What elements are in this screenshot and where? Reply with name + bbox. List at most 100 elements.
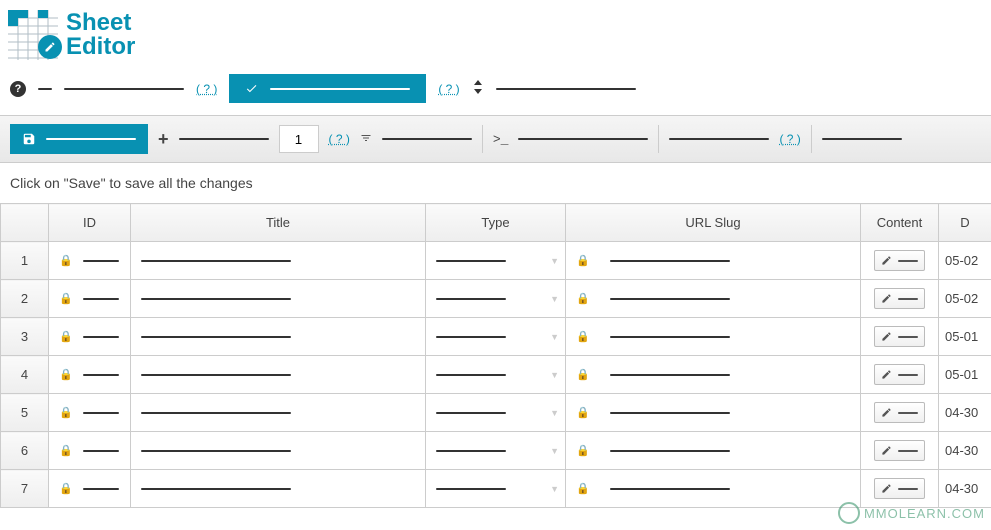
edit-content-button[interactable] — [874, 250, 925, 271]
cell-value — [141, 488, 291, 490]
cell-type[interactable]: ▼ — [426, 242, 566, 280]
cell-title[interactable] — [131, 470, 426, 508]
col-header-id[interactable]: ID — [49, 204, 131, 242]
cell-type[interactable]: ▼ — [426, 432, 566, 470]
toolbar-primary: + ( ? ) >_ ( ? ) — [0, 115, 991, 163]
primary-action-button[interactable] — [229, 74, 426, 103]
cell-value — [141, 260, 291, 262]
table-row: 5🔒▼🔒04-30 — [1, 394, 991, 432]
cell-slug[interactable]: 🔒 — [566, 318, 861, 356]
cell-value — [83, 260, 119, 262]
help-link-1[interactable]: ( ? ) — [196, 82, 217, 96]
col-header-slug[interactable]: URL Slug — [566, 204, 861, 242]
rows-count-input[interactable] — [279, 125, 319, 153]
cell-date[interactable]: 05-01 — [939, 318, 991, 356]
edit-content-button[interactable] — [874, 440, 925, 461]
col-header-date[interactable]: D — [939, 204, 991, 242]
cell-id[interactable]: 🔒 — [49, 356, 131, 394]
add-rows-icon[interactable]: + — [158, 129, 169, 150]
cell-title[interactable] — [131, 242, 426, 280]
col-header-type[interactable]: Type — [426, 204, 566, 242]
row-number[interactable]: 2 — [1, 280, 49, 318]
cell-value — [610, 260, 730, 262]
row-number[interactable]: 6 — [1, 432, 49, 470]
col-header-content[interactable]: Content — [861, 204, 939, 242]
cell-id[interactable]: 🔒 — [49, 242, 131, 280]
cell-id[interactable]: 🔒 — [49, 432, 131, 470]
cell-value — [83, 450, 119, 452]
cell-id[interactable]: 🔒 — [49, 318, 131, 356]
lock-icon: 🔒 — [59, 254, 73, 267]
cell-type[interactable]: ▼ — [426, 394, 566, 432]
cell-id[interactable]: 🔒 — [49, 470, 131, 508]
table-row: 2🔒▼🔒05-02 — [1, 280, 991, 318]
edit-content-button[interactable] — [874, 402, 925, 423]
cell-slug[interactable]: 🔒 — [566, 470, 861, 508]
help-icon[interactable]: ? — [10, 81, 26, 97]
logo-text: Sheet Editor — [66, 11, 135, 59]
edit-label — [898, 450, 918, 452]
help-link-right[interactable]: ( ? ) — [779, 132, 800, 146]
edit-content-button[interactable] — [874, 478, 925, 499]
col-header-title[interactable]: Title — [131, 204, 426, 242]
cell-date[interactable]: 05-01 — [939, 356, 991, 394]
cell-slug[interactable]: 🔒 — [566, 432, 861, 470]
cell-type[interactable]: ▼ — [426, 318, 566, 356]
cell-slug[interactable]: 🔒 — [566, 356, 861, 394]
help-link-2[interactable]: ( ? ) — [438, 82, 459, 96]
cell-id[interactable]: 🔒 — [49, 280, 131, 318]
cell-date[interactable]: 04-30 — [939, 432, 991, 470]
cell-value — [83, 336, 119, 338]
help-link-add[interactable]: ( ? ) — [329, 132, 350, 146]
watermark-text: MMOLEARN.COM — [864, 506, 985, 521]
edit-badge-icon — [38, 35, 62, 59]
dropdown-caret-icon: ▼ — [550, 294, 559, 304]
cell-date[interactable]: 05-02 — [939, 242, 991, 280]
row-number[interactable]: 4 — [1, 356, 49, 394]
cell-slug[interactable]: 🔒 — [566, 394, 861, 432]
toolbar-item[interactable] — [669, 138, 769, 140]
cell-slug[interactable]: 🔒 — [566, 280, 861, 318]
cell-value — [141, 374, 291, 376]
row-number[interactable]: 3 — [1, 318, 49, 356]
cell-type[interactable]: ▼ — [426, 470, 566, 508]
save-button[interactable] — [10, 124, 148, 154]
cell-type[interactable]: ▼ — [426, 356, 566, 394]
sort-icon[interactable] — [472, 80, 484, 97]
dropdown-1[interactable] — [64, 88, 184, 90]
cell-id[interactable]: 🔒 — [49, 394, 131, 432]
cell-title[interactable] — [131, 356, 426, 394]
edit-content-button[interactable] — [874, 326, 925, 347]
cell-value — [83, 298, 119, 300]
cell-value — [610, 488, 730, 490]
toolbar-item[interactable] — [822, 138, 902, 140]
cell-date[interactable]: 04-30 — [939, 394, 991, 432]
edit-label — [898, 298, 918, 300]
edit-label — [898, 374, 918, 376]
edit-content-button[interactable] — [874, 364, 925, 385]
check-icon — [245, 82, 258, 95]
console-icon[interactable]: >_ — [493, 132, 509, 147]
cell-date[interactable]: 05-02 — [939, 280, 991, 318]
cell-slug[interactable]: 🔒 — [566, 242, 861, 280]
edit-content-button[interactable] — [874, 288, 925, 309]
toolbar-separator — [811, 125, 812, 153]
instruction-text: Click on "Save" to save all the changes — [0, 163, 991, 203]
cell-value — [610, 412, 730, 414]
cell-title[interactable] — [131, 432, 426, 470]
cell-title[interactable] — [131, 318, 426, 356]
filter-icon[interactable] — [360, 132, 372, 147]
col-header-num[interactable] — [1, 204, 49, 242]
row-number[interactable]: 5 — [1, 394, 49, 432]
cell-content — [861, 280, 939, 318]
row-number[interactable]: 1 — [1, 242, 49, 280]
add-rows-label — [179, 138, 269, 140]
table-row: 6🔒▼🔒04-30 — [1, 432, 991, 470]
cell-title[interactable] — [131, 280, 426, 318]
dropdown-2[interactable] — [496, 88, 636, 90]
row-number[interactable]: 7 — [1, 470, 49, 508]
cell-type[interactable]: ▼ — [426, 280, 566, 318]
save-icon — [22, 132, 36, 146]
cell-value — [610, 298, 730, 300]
cell-title[interactable] — [131, 394, 426, 432]
